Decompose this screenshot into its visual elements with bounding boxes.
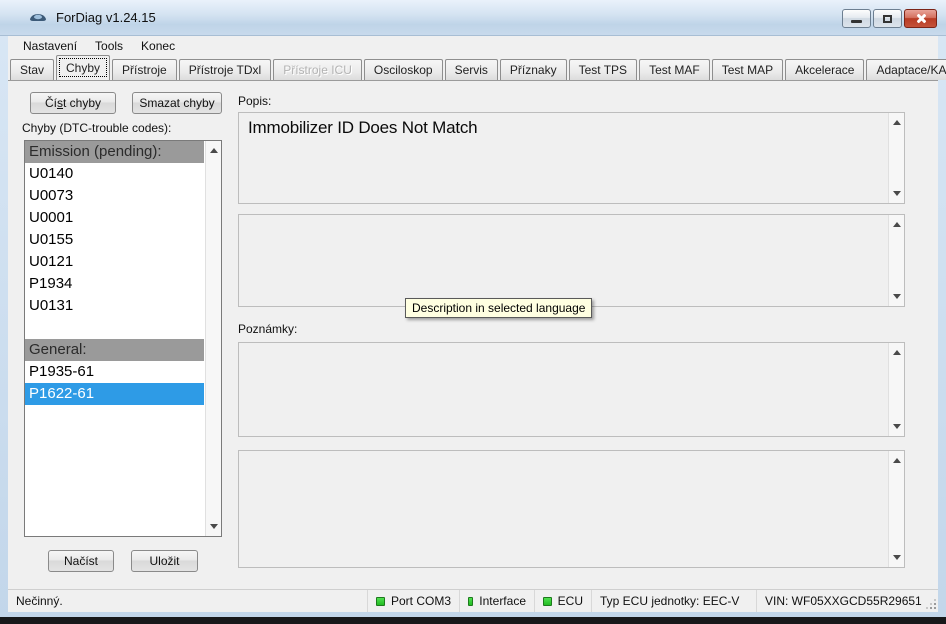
port-led-icon [376,597,385,606]
notes-label: Poznámky: [238,322,297,336]
window-bottom-edge [0,617,946,624]
tab-p-stroje-icu: Přístroje ICU [273,59,362,80]
textbox-scrollbar[interactable] [888,113,904,203]
status-ecu: ECU [535,590,592,612]
resize-grip[interactable] [934,607,936,609]
tooltip: Description in selected language [405,298,592,318]
ecu-led-icon [543,597,552,606]
dtc-list-item-u0121[interactable]: U0121 [25,251,204,273]
status-state: Nečinný. [8,590,368,612]
textbox-scrollbar[interactable] [888,215,904,306]
dtc-listbox[interactable]: Emission (pending):U0140U0073U0001U0155U… [24,140,222,537]
description-label: Popis: [238,94,271,108]
description-textbox[interactable]: Immobilizer ID Does Not Match [238,112,905,204]
client-area: NastaveníToolsKonec StavChybyPřístrojePř… [8,36,938,612]
scroll-down-icon[interactable] [893,424,901,429]
scroll-down-icon[interactable] [893,191,901,196]
scroll-down-icon[interactable] [893,294,901,299]
window-title: ForDiag v1.24.15 [56,10,156,25]
status-port: Port COM3 [368,590,460,612]
tab-p-znaky[interactable]: Příznaky [500,59,567,80]
listbox-scrollbar[interactable] [205,141,221,536]
notes-textbox-2[interactable] [238,450,905,568]
save-button[interactable]: Uložit [131,550,198,572]
dtc-list-item-u0131[interactable]: U0131 [25,295,204,317]
tab-p-stroje-tdxl[interactable]: Přístroje TDxl [179,59,271,80]
tab-servis[interactable]: Servis [445,59,498,80]
dtc-list-item-u0073[interactable]: U0073 [25,185,204,207]
dtc-list-item-u0155[interactable]: U0155 [25,229,204,251]
status-bar: Nečinný. Port COM3 Interface ECU Typ ECU… [8,589,938,612]
close-icon [914,12,927,25]
minimize-button[interactable] [842,9,871,28]
tab-osciloskop[interactable]: Osciloskop [364,59,443,80]
scroll-up-icon[interactable] [893,120,901,125]
scroll-up-icon[interactable] [893,458,901,463]
scroll-down-icon[interactable] [210,524,218,529]
tab-test-maf[interactable]: Test MAF [639,59,710,80]
dtc-list-item-general[interactable]: General: [25,339,204,361]
load-button[interactable]: Načíst [48,550,114,572]
scroll-up-icon[interactable] [893,222,901,227]
tab-stav[interactable]: Stav [10,59,54,80]
dtc-list-label: Chyby (DTC-trouble codes): [22,121,171,135]
tab-test-tps[interactable]: Test TPS [569,59,637,80]
tab-test-map[interactable]: Test MAP [712,59,783,80]
description-text: Immobilizer ID Does Not Match [248,118,477,138]
language-description-textbox[interactable] [238,214,905,307]
textbox-scrollbar[interactable] [888,343,904,436]
close-button[interactable] [904,9,937,28]
tab-underline [8,80,938,81]
menu-item-konec[interactable]: Konec [132,37,184,55]
maximize-button[interactable] [873,9,902,28]
tab-adaptace-kam[interactable]: Adaptace/KAM [866,59,946,80]
dtc-list-item-blank[interactable] [25,317,204,339]
menu-item-tools[interactable]: Tools [86,37,132,55]
scroll-up-icon[interactable] [210,148,218,153]
textbox-scrollbar[interactable] [888,451,904,567]
clear-errors-button[interactable]: Smazat chyby [132,92,222,114]
title-bar[interactable]: ForDiag v1.24.15 [0,0,946,36]
tab-p-stroje[interactable]: Přístroje [112,59,177,80]
menu-item-nastaven[interactable]: Nastavení [14,37,86,55]
dtc-list-item-emission-pending[interactable]: Emission (pending): [25,141,204,163]
status-ecu-type: Typ ECU jednotky: EEC-V [592,590,757,612]
tab-strip: StavChybyPřístrojePřístroje TDxlPřístroj… [10,55,936,80]
app-icon [28,12,48,23]
read-errors-button[interactable]: Číst chyby [30,92,116,114]
dtc-list-item-p1622-61[interactable]: P1622-61 [25,383,204,405]
dtc-list-item-u0140[interactable]: U0140 [25,163,204,185]
scroll-up-icon[interactable] [893,350,901,355]
notes-textbox-1[interactable] [238,342,905,437]
dtc-list-item-p1934[interactable]: P1934 [25,273,204,295]
maximize-icon [883,15,892,23]
status-interface: Interface [460,590,535,612]
tab-akcelerace[interactable]: Akcelerace [785,59,864,80]
tab-chyby[interactable]: Chyby [56,55,110,80]
status-vin: VIN: WF05XXGCD55R29651 [757,590,938,612]
menu-bar: NastaveníToolsKonec [8,36,938,55]
scroll-down-icon[interactable] [893,555,901,560]
minimize-icon [851,20,862,23]
dtc-list-item-u0001[interactable]: U0001 [25,207,204,229]
app-window: ForDiag v1.24.15 NastaveníToolsKonec Sta… [0,0,946,624]
dtc-list-item-p1935-61[interactable]: P1935-61 [25,361,204,383]
interface-led-icon [468,597,473,606]
